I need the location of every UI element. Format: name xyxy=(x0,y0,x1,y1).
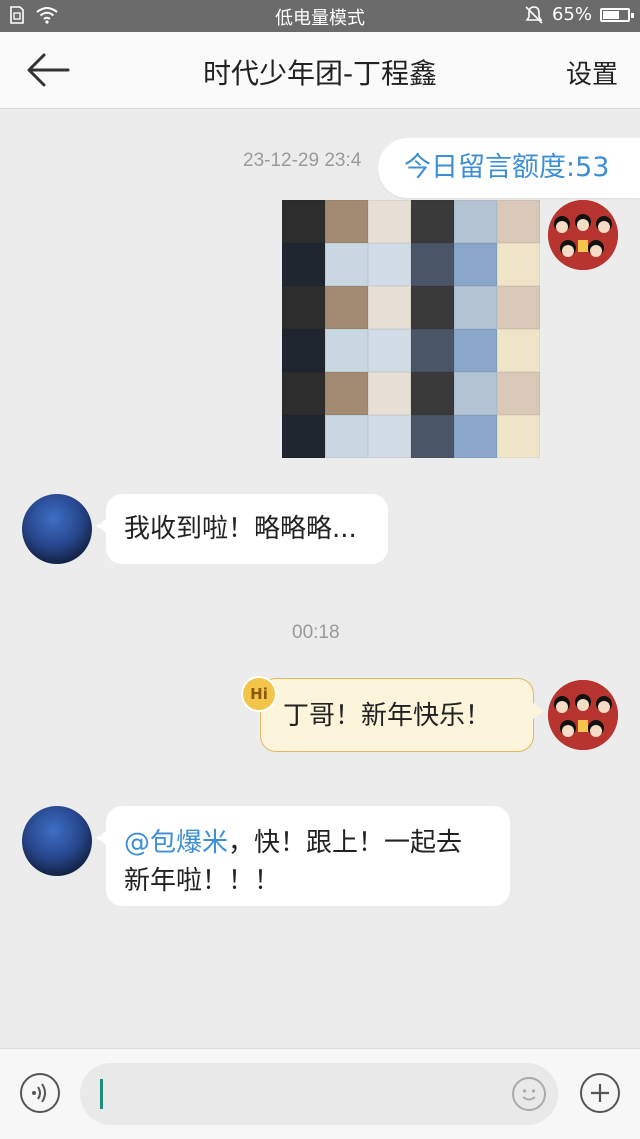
sticker-tile xyxy=(325,286,368,329)
status-right: 65% xyxy=(524,4,634,25)
sticker-tile xyxy=(497,372,540,415)
message-text: 丁哥！新年快乐！ xyxy=(283,701,492,731)
message-line-1: @包爆米，快！跟上！一起去 xyxy=(124,824,510,862)
avatar[interactable] xyxy=(548,680,618,750)
chat-header: 时代少年团-丁程鑫 设置 xyxy=(0,32,640,109)
sticker-tile xyxy=(368,200,411,243)
message-bubble[interactable]: 我收到啦！略略略... xyxy=(96,494,388,564)
cartoon-avatar-icon xyxy=(548,680,618,750)
sticker-image[interactable] xyxy=(282,200,540,458)
sticker-tile xyxy=(282,286,325,329)
sticker-tile xyxy=(454,286,497,329)
sticker-tile xyxy=(368,329,411,372)
avatar[interactable] xyxy=(22,806,92,876)
message-bubble[interactable]: @包爆米，快！跟上！一起去 新年啦！！！ xyxy=(96,806,510,906)
battery-percent: 65% xyxy=(551,4,592,25)
emoji-button[interactable] xyxy=(512,1077,546,1111)
sticker-tile xyxy=(454,243,497,286)
sticker-tile xyxy=(282,372,325,415)
sticker-tile xyxy=(282,243,325,286)
sticker-tile xyxy=(454,200,497,243)
message-input[interactable] xyxy=(80,1063,558,1125)
sticker-tile xyxy=(497,286,540,329)
settings-button[interactable]: 设置 xyxy=(566,54,618,91)
message-text: 新年啦！！！ xyxy=(124,866,281,896)
input-bar xyxy=(0,1048,640,1139)
message-text: ，快！跟上！一起去 xyxy=(228,828,463,858)
message-timestamp: 23-12-29 23:4 xyxy=(243,150,362,171)
sticker-tile xyxy=(411,329,454,372)
avatar[interactable] xyxy=(548,200,618,270)
message-bubble[interactable]: 丁哥！新年快乐！ xyxy=(260,678,544,752)
cartoon-avatar-icon xyxy=(548,200,618,270)
sticker-tile xyxy=(497,200,540,243)
sticker-tile xyxy=(411,243,454,286)
sticker-tile xyxy=(497,243,540,286)
message-text: 我收到啦！略略略... xyxy=(124,514,357,544)
sticker-tile xyxy=(368,415,411,458)
sticker-tile xyxy=(282,200,325,243)
voice-icon xyxy=(32,1083,46,1103)
sticker-tile xyxy=(325,200,368,243)
sticker-tile xyxy=(325,329,368,372)
sticker-tile xyxy=(368,286,411,329)
sticker-tile xyxy=(325,415,368,458)
sticker-tile xyxy=(368,372,411,415)
sticker-tile xyxy=(497,329,540,372)
sticker-tile xyxy=(368,243,411,286)
sticker-tile xyxy=(282,415,325,458)
voice-button[interactable] xyxy=(20,1073,60,1113)
sticker-tile xyxy=(325,372,368,415)
message-timestamp: 00:18 xyxy=(292,622,340,643)
sticker-tile xyxy=(411,372,454,415)
smiley-icon xyxy=(522,1089,536,1101)
sticker-tile xyxy=(411,200,454,243)
plus-icon xyxy=(591,1084,609,1102)
sticker-tile xyxy=(454,415,497,458)
sticker-tile xyxy=(282,329,325,372)
sticker-tile xyxy=(454,372,497,415)
chat-title: 时代少年团-丁程鑫 xyxy=(202,57,438,90)
sticker-tile xyxy=(497,415,540,458)
hi-badge: Hi xyxy=(241,676,277,712)
sticker-tile xyxy=(325,243,368,286)
plus-button[interactable] xyxy=(580,1073,620,1113)
message-quota-badge: 今日留言额度:53 xyxy=(378,138,640,198)
sticker-tile xyxy=(411,286,454,329)
avatar[interactable] xyxy=(22,494,92,564)
sticker-tile xyxy=(454,329,497,372)
status-bar: 低电量模式 65% xyxy=(0,0,640,32)
mute-icon xyxy=(525,5,543,24)
battery-icon xyxy=(600,7,634,22)
sticker-tile xyxy=(411,415,454,458)
mention-link[interactable]: @包爆米 xyxy=(124,828,228,858)
text-cursor xyxy=(100,1079,103,1109)
